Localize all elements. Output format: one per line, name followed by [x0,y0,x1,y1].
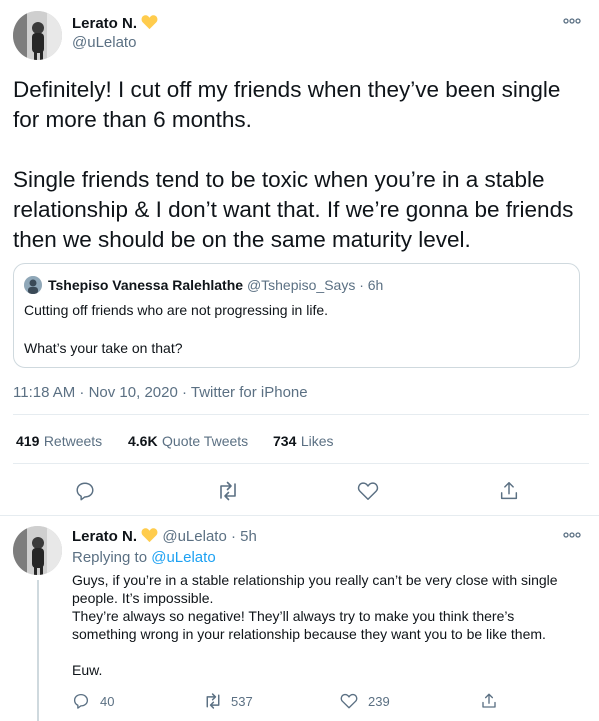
replying-to: Replying to @uLelato [72,549,216,566]
reply-author-handle[interactable]: @uLelato [162,528,226,545]
like-count: 239 [368,693,390,709]
retweets-label: Retweets [43,433,103,449]
tweet-text-paragraph-1: Definitely! I cut off my friends when th… [13,77,561,132]
more-icon[interactable] [563,17,581,25]
reply-count: 40 [100,693,115,709]
quote-tweets-stat[interactable]: 4.6K Quote Tweets [128,433,248,451]
quote-tweets-count: 4.6K [128,433,158,449]
reply-icon [72,692,90,710]
avatar[interactable] [13,11,62,60]
like-icon[interactable] [357,480,379,502]
reply-avatar[interactable] [13,526,62,575]
reply-author-name[interactable]: Lerato N. [72,528,137,545]
reply-retweet-button[interactable]: 537 [203,692,253,710]
reply-like-button[interactable]: 239 [340,692,390,710]
reply-reply-button[interactable]: 40 [72,692,114,710]
quoted-time: · 6h [359,277,384,293]
reply-text-line-2: They’re always so negative! They’ll alwa… [72,608,546,642]
likes-count: 734 [273,433,297,449]
replying-to-prefix: Replying to [72,549,148,566]
share-icon[interactable] [498,480,520,502]
reply-icon[interactable] [74,480,96,502]
thread-line [37,580,39,721]
more-icon[interactable] [563,531,581,539]
quoted-author-handle: @Tshepiso_Says [246,277,356,293]
tweet-text-paragraph-2: Single friends tend to be toxic when you… [13,167,574,252]
likes-label: Likes [300,433,334,449]
retweets-count: 419 [16,433,40,449]
replying-to-link[interactable]: @uLelato [151,549,215,566]
reply-text-line-1: Guys, if you’re in a stable relationship… [72,572,558,606]
quoted-author-name: Tshepiso Vanessa Ralehlathe [48,277,244,293]
quoted-avatar [24,276,42,294]
retweet-count: 537 [231,693,253,709]
retweet-icon[interactable] [216,480,240,502]
quoted-text-line-2: What’s your take on that? [24,340,183,356]
tweet-timestamp[interactable]: 11:18 AM · Nov 10, 2020 · Twitter for iP… [13,384,308,401]
likes-stat[interactable]: 734 Likes [273,433,334,451]
author-handle[interactable]: @uLelato [72,34,136,51]
retweets-stat[interactable]: 419 Retweets [16,433,102,451]
divider [0,515,599,516]
reply-time[interactable]: · 5h [231,528,257,545]
quoted-text-line-1: Cutting off friends who are not progress… [24,302,329,318]
quote-tweets-label: Quote Tweets [162,433,249,449]
like-icon [340,692,358,710]
reply-text-line-3: Euw. [72,662,103,678]
share-icon[interactable] [480,692,498,710]
divider [13,414,589,415]
divider [13,463,589,464]
retweet-icon [203,692,223,710]
yellow-heart-icon [141,14,158,35]
yellow-heart-icon [141,527,158,547]
author-name[interactable]: Lerato N. [72,15,137,32]
quoted-tweet-card[interactable]: Tshepiso Vanessa Ralehlathe @Tshepiso_Sa… [13,263,580,368]
